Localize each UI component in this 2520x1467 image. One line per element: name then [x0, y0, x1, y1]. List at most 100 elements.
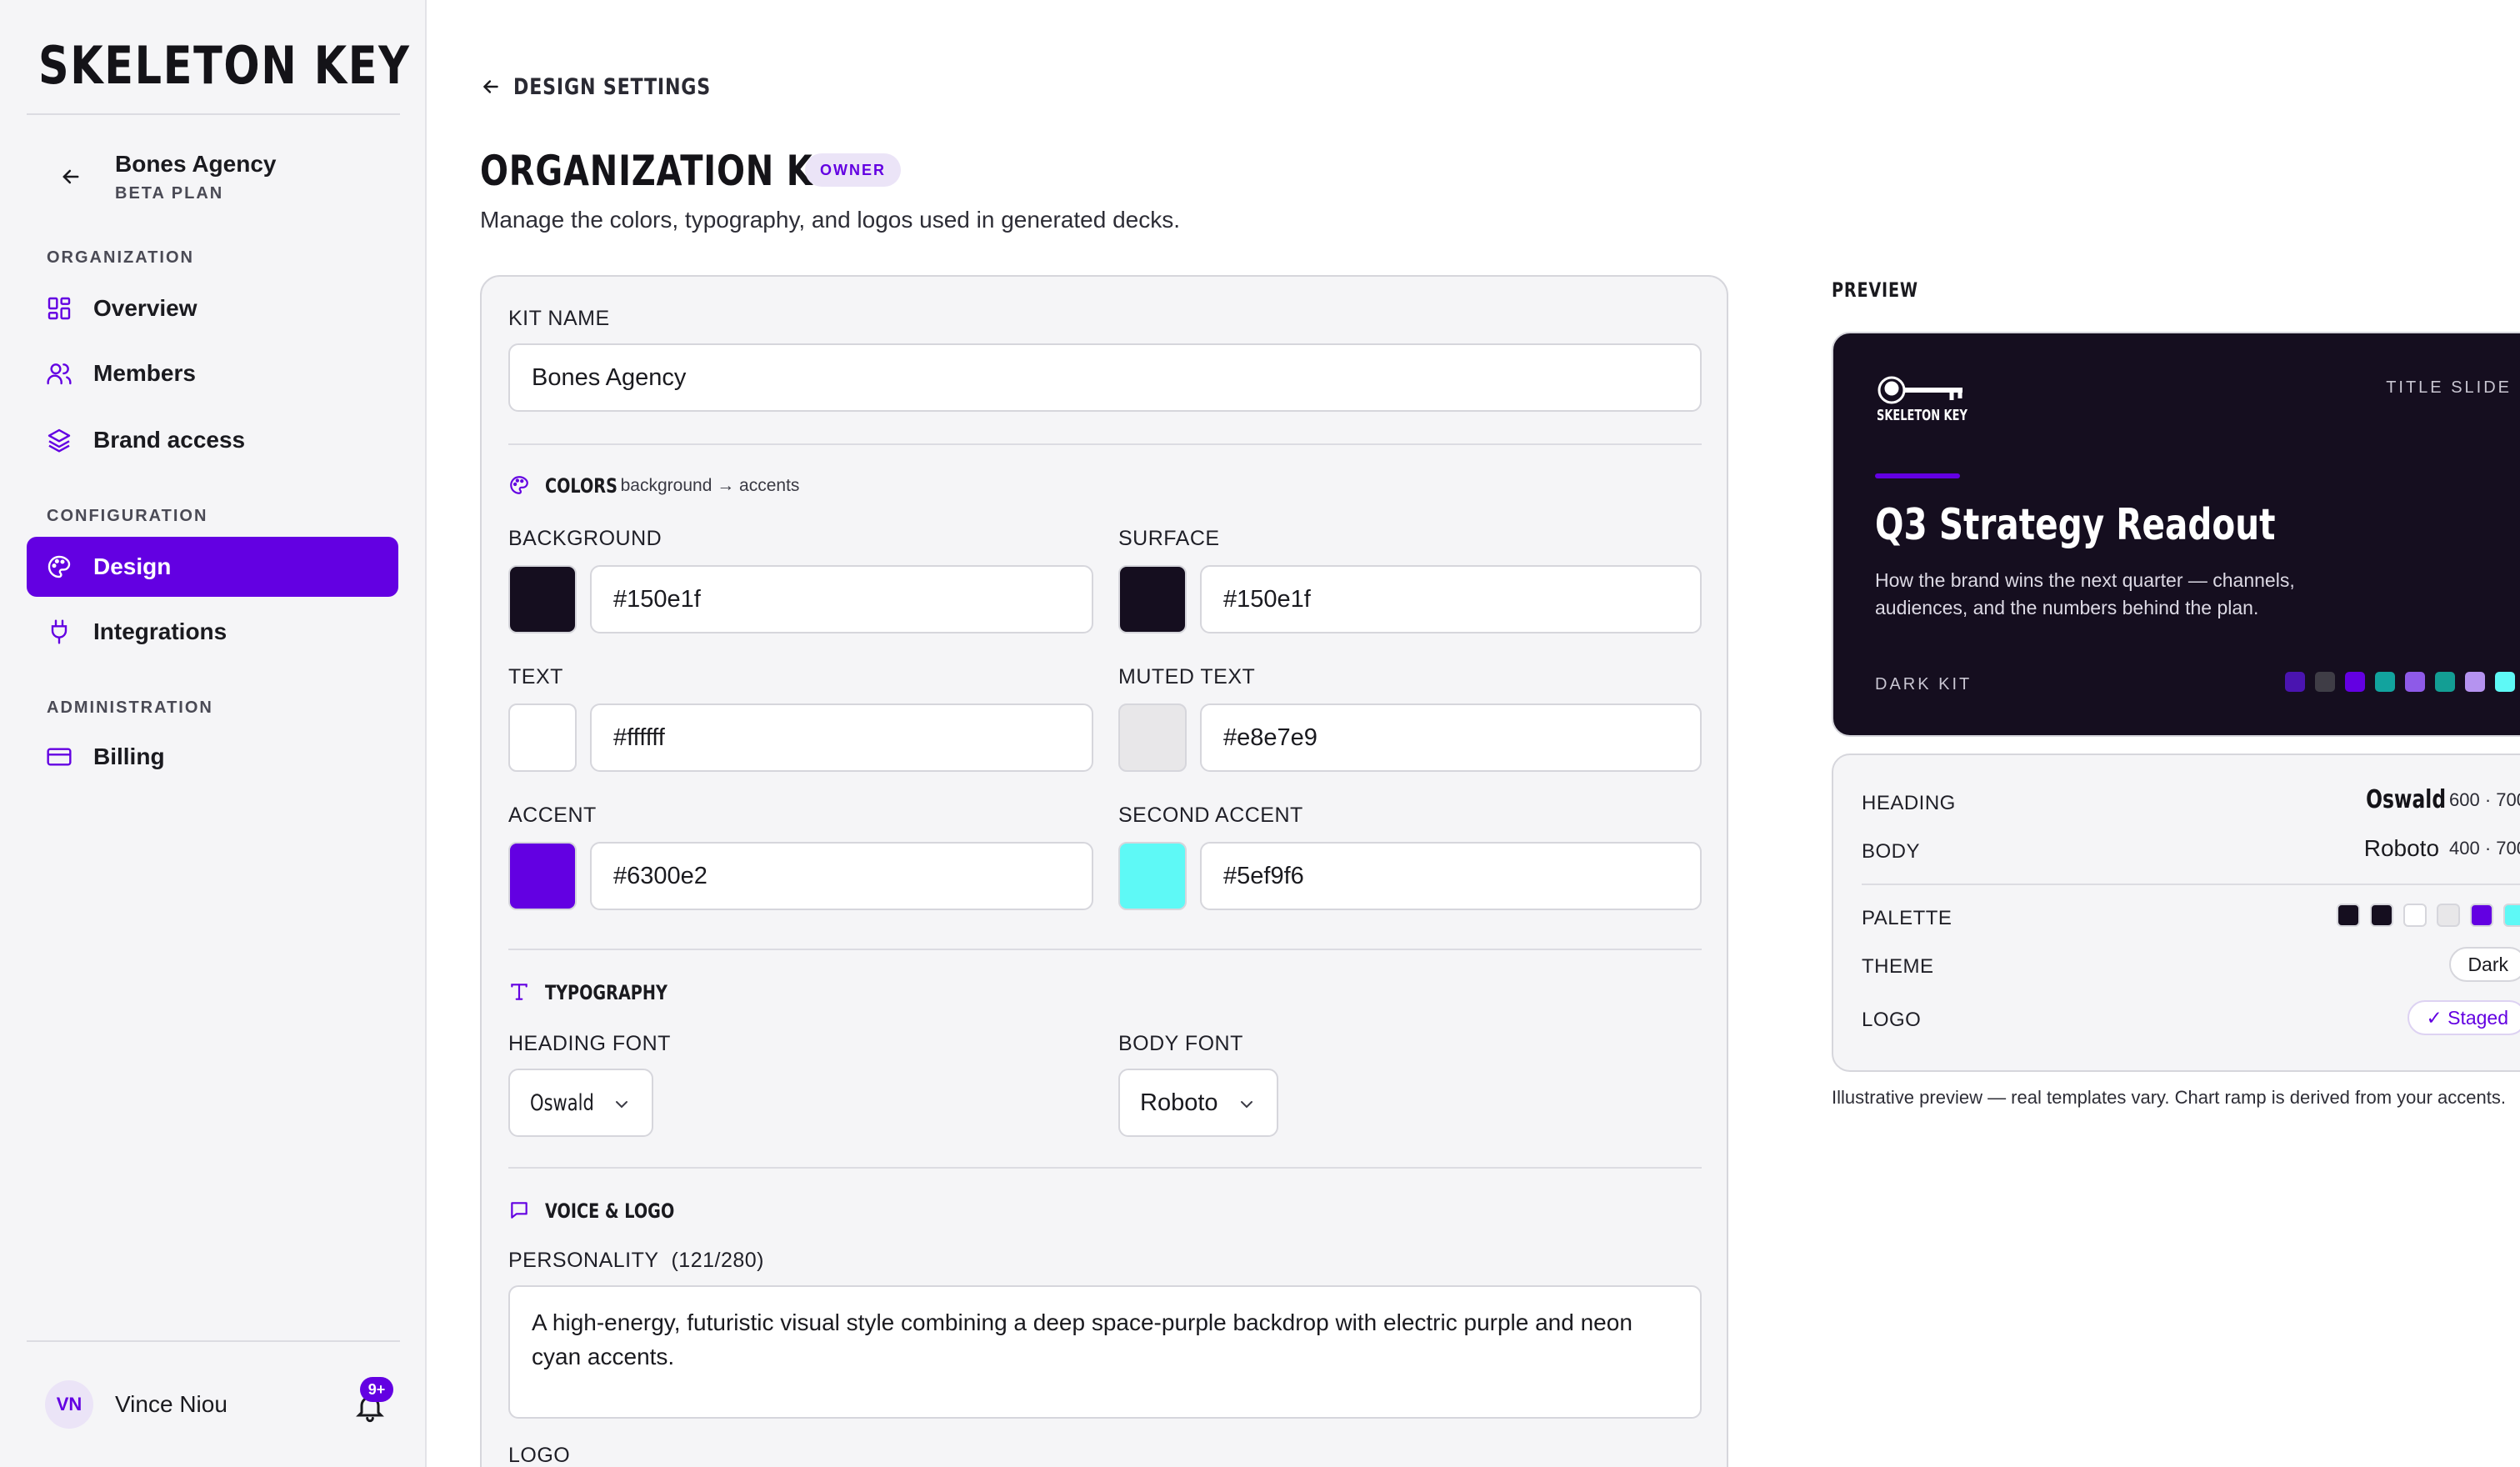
heading-font-select[interactable]: Oswald: [508, 1069, 653, 1137]
sidebar-divider: [27, 113, 400, 115]
body-font-label: BODY FONT: [1118, 1032, 1243, 1055]
user-menu[interactable]: VN Vince Niou 9+: [27, 1367, 400, 1442]
sidebar-item-label: Integrations: [93, 618, 228, 644]
section-divider: [508, 949, 1702, 950]
ramp-swatch: [2375, 672, 2395, 692]
breadcrumb[interactable]: DESIGN SETTINGS: [480, 70, 754, 103]
summary-logo-label: LOGO: [1862, 1009, 1922, 1031]
ramp-swatch: [2495, 672, 2515, 692]
section-divider: [508, 443, 1702, 445]
user-name: Vince Niou: [115, 1391, 228, 1417]
sidebar-item-design[interactable]: Design: [27, 537, 398, 597]
org-switcher[interactable]: Bones Agency BETA PLAN: [27, 142, 400, 212]
kit-name-input[interactable]: Bones Agency: [508, 343, 1702, 412]
summary-heading-font: Oswald: [2366, 785, 2447, 814]
org-plan: BETA PLAN: [115, 183, 224, 203]
colors-section-header: COLORS background → accents: [508, 472, 799, 500]
palette-swatch: [2337, 904, 2360, 927]
breadcrumb-label: DESIGN SETTINGS: [513, 73, 712, 100]
ramp-swatch: [2465, 672, 2485, 692]
palette-icon: [45, 553, 73, 581]
summary-theme: Dark: [2449, 947, 2520, 982]
palette-swatch: [2437, 904, 2460, 927]
summary-body-value: Roboto 400 · 700: [2364, 835, 2520, 862]
sidebar-item-brand-access[interactable]: Brand access: [27, 410, 398, 470]
body-font-select[interactable]: Roboto: [1118, 1069, 1278, 1137]
back-arrow-icon[interactable]: [42, 148, 100, 206]
palette-swatch: [2503, 904, 2520, 927]
section-organization: ORGANIZATION: [47, 248, 194, 267]
ramp-swatch: [2285, 672, 2305, 692]
text-color-label: TEXT: [508, 665, 563, 688]
grid-icon: [45, 294, 73, 323]
surface-color-input[interactable]: #150e1f: [1200, 565, 1702, 633]
palette-swatch: [2470, 904, 2493, 927]
summary-palette-label: PALETTE: [1862, 907, 1952, 929]
logo-status-pill: ✓ Staged: [2408, 1000, 2520, 1035]
app-logo[interactable]: SKELETON KEY: [38, 33, 492, 97]
section-administration: ADMINISTRATION: [47, 698, 213, 717]
sidebar-item-label: Design: [93, 553, 172, 579]
sidebar-item-billing[interactable]: Billing: [27, 727, 398, 787]
type-icon: [508, 981, 532, 1004]
sidebar-item-label: Members: [93, 360, 196, 386]
second-accent-color-label: SECOND ACCENT: [1118, 804, 1303, 827]
summary-heading-weights: 600 · 700: [2449, 789, 2520, 810]
sidebar-item-integrations[interactable]: Integrations: [27, 602, 398, 662]
palette-swatch: [2403, 904, 2427, 927]
org-name: Bones Agency: [115, 150, 277, 177]
accent-color-swatch[interactable]: [508, 842, 577, 910]
summary-palette: [2337, 904, 2520, 927]
accent-color-label: ACCENT: [508, 804, 597, 827]
sidebar-item-label: Overview: [93, 295, 198, 321]
summary-divider: [1862, 884, 2520, 885]
avatar: VN: [45, 1380, 93, 1429]
muted-text-color-swatch[interactable]: [1118, 703, 1187, 772]
heading-font-value: Oswald: [530, 1089, 594, 1116]
second-accent-color-input[interactable]: #5ef9f6: [1200, 842, 1702, 910]
logo-label: LOGO: [508, 1444, 571, 1467]
slide-logo-text: SKELETON KEY: [1877, 407, 1968, 424]
palette-swatch: [2370, 904, 2393, 927]
layers-icon: [45, 426, 73, 454]
personality-label: PERSONALITY (121/280): [508, 1249, 764, 1272]
summary-body-label: BODY: [1862, 840, 1921, 863]
sidebar-item-label: Brand access: [93, 427, 246, 453]
chart-ramp: [2285, 672, 2515, 692]
ramp-swatch: [2315, 672, 2335, 692]
muted-text-color-input[interactable]: #e8e7e9: [1200, 703, 1702, 772]
accent-color-input[interactable]: #6300e2: [590, 842, 1093, 910]
sidebar-item-members[interactable]: Members: [27, 343, 398, 403]
body-font-value: Roboto: [1140, 1089, 1218, 1116]
background-color-input[interactable]: #150e1f: [590, 565, 1093, 633]
slide-preview: SKELETON KEY TITLE SLIDE Q3 Strategy Rea…: [1832, 332, 2520, 737]
summary-body-weights: 400 · 700: [2449, 838, 2520, 859]
theme-pill: Dark: [2449, 947, 2520, 982]
typography-title: TYPOGRAPHY: [545, 981, 668, 1004]
personality-textarea[interactable]: A high-energy, futuristic visual style c…: [508, 1285, 1702, 1419]
page-title: ORGANIZATION KIT: [480, 147, 850, 195]
slide-body: How the brand wins the next quarter — ch…: [1875, 569, 2295, 618]
muted-text-color-label: MUTED TEXT: [1118, 665, 1256, 688]
ramp-swatch: [2405, 672, 2425, 692]
slide-title: Q3 Strategy Readout: [1875, 500, 2276, 550]
second-accent-color-swatch[interactable]: [1118, 842, 1187, 910]
summary-theme-label: THEME: [1862, 955, 1934, 978]
surface-color-swatch[interactable]: [1118, 565, 1187, 633]
message-icon: [508, 1199, 532, 1223]
sidebar-divider: [27, 1340, 400, 1342]
back-arrow-icon: [480, 76, 502, 98]
text-color-input[interactable]: #ffffff: [590, 703, 1093, 772]
slide-footer: DARK KIT: [1875, 675, 1972, 693]
plug-icon: [45, 618, 73, 646]
sidebar: SKELETON KEY Bones Agency BETA PLAN ORGA…: [0, 0, 427, 1467]
personality-char-count: (121/280): [671, 1249, 764, 1272]
sidebar-item-overview[interactable]: Overview: [27, 278, 398, 338]
role-badge: OWNER: [805, 153, 901, 187]
text-color-swatch[interactable]: [508, 703, 577, 772]
summary-body-font: Roboto: [2363, 835, 2440, 861]
background-color-swatch[interactable]: [508, 565, 577, 633]
notification-badge: 9+: [360, 1377, 393, 1402]
app-logo-text: SKELETON KEY: [38, 34, 411, 96]
background-color-label: BACKGROUND: [508, 527, 662, 550]
